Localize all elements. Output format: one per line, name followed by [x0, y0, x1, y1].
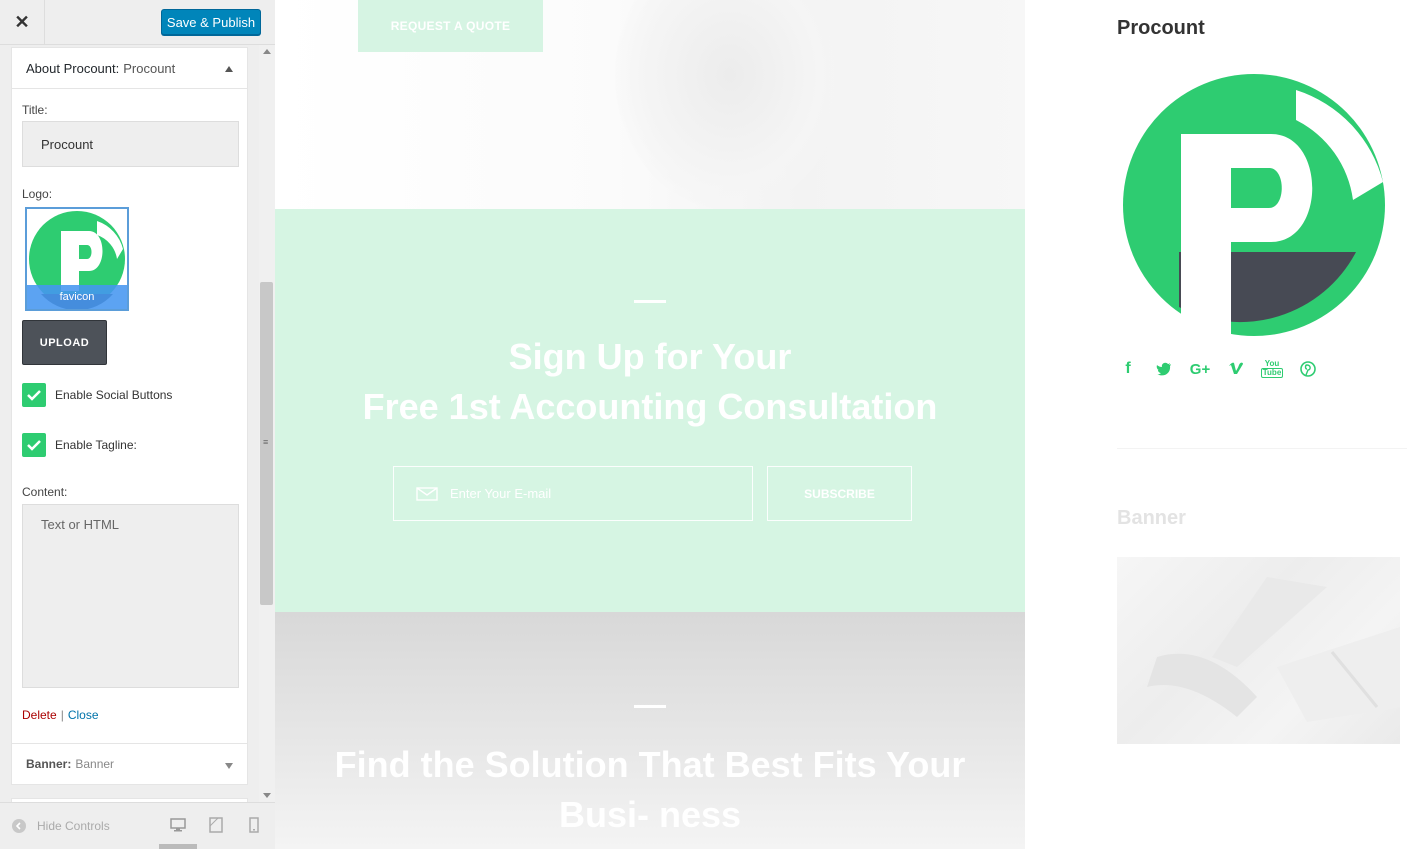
close-customizer-button[interactable]: ✕ — [0, 0, 45, 45]
widget-banner[interactable]: Banner: Banner — [11, 743, 248, 785]
enable-social-label: Enable Social Buttons — [55, 388, 173, 402]
section-divider — [634, 705, 666, 708]
enable-social-row: Enable Social Buttons — [22, 383, 172, 407]
envelope-icon — [416, 486, 438, 501]
hide-controls-label: Hide Controls — [37, 819, 110, 833]
desktop-preview-icon[interactable] — [170, 817, 186, 833]
banner-photo — [1147, 577, 1400, 722]
widget2-subtitle: Banner — [75, 757, 115, 771]
scroll-grip-icon: ≡ — [263, 437, 269, 447]
procount-logo — [1123, 74, 1385, 338]
panel-scrollbar[interactable]: ≡ — [259, 45, 275, 802]
tablet-preview-icon[interactable] — [209, 817, 223, 833]
content-label: Content: — [22, 485, 68, 499]
scroll-thumb[interactable]: ≡ — [260, 282, 273, 605]
close-link[interactable]: Close — [68, 708, 99, 722]
hero-section: REQUEST A QUOTE — [275, 0, 1025, 210]
logo-label: Logo: — [22, 187, 53, 201]
widget2-title: Banner: — [26, 757, 72, 771]
collapse-icon — [12, 819, 26, 833]
logo-thumbnail[interactable]: favicon — [25, 207, 129, 311]
enable-tagline-checkbox[interactable] — [22, 433, 46, 457]
widget-header[interactable]: About Procount: Procount — [12, 48, 247, 89]
google-plus-icon[interactable]: G+ — [1189, 358, 1211, 380]
enable-social-checkbox[interactable] — [22, 383, 46, 407]
link-separator: | — [60, 708, 64, 722]
collapse-arrow-icon[interactable] — [225, 66, 233, 72]
social-buttons: f G+ You Tube — [1117, 358, 1319, 380]
customizer-sidebar: ✕ Save & Publish About Procount: Procoun… — [0, 0, 275, 849]
request-quote-button[interactable]: REQUEST A QUOTE — [358, 0, 543, 52]
checkmark-icon — [27, 440, 41, 451]
expand-arrow-icon[interactable] — [225, 763, 233, 769]
sidebar-divider — [1117, 448, 1407, 449]
banner-widget-title: Banner — [1117, 507, 1186, 529]
widget-subtitle: Procount — [123, 60, 176, 76]
hide-controls-button[interactable]: Hide Controls — [12, 819, 110, 833]
about-widget-title: Procount — [1117, 17, 1205, 39]
mobile-preview-icon[interactable] — [249, 817, 259, 833]
widget-about-procount: About Procount: Procount Title: Procount… — [11, 47, 248, 777]
signup-section: Sign Up for Your Free 1st Accounting Con… — [275, 209, 1025, 612]
facebook-icon[interactable]: f — [1117, 358, 1139, 380]
vimeo-icon[interactable] — [1225, 358, 1247, 380]
title-input[interactable]: Procount — [22, 121, 239, 167]
site-preview: REQUEST A QUOTE Sign Up for Your Free 1s… — [275, 0, 1025, 849]
scroll-up-arrow-icon[interactable] — [263, 49, 271, 54]
widget-title: About Procount: — [26, 60, 120, 76]
email-input[interactable]: Enter Your E-mail — [393, 466, 753, 521]
upload-button[interactable]: UPLOAD — [22, 320, 107, 365]
section-divider — [634, 300, 666, 303]
enable-tagline-row: Enable Tagline: — [22, 433, 137, 457]
solution-heading: Find the Solution That Best Fits Your Bu… — [334, 744, 966, 835]
active-device-indicator — [159, 844, 197, 849]
widget-actions: Delete | Close — [22, 708, 99, 722]
banner-image[interactable] — [1117, 557, 1400, 744]
logo-filename: favicon — [27, 285, 127, 309]
scroll-down-arrow-icon[interactable] — [263, 793, 271, 798]
delete-link[interactable]: Delete — [22, 708, 57, 722]
save-publish-button[interactable]: Save & Publish — [161, 9, 261, 35]
customizer-header: ✕ Save & Publish — [0, 0, 275, 45]
youtube-icon[interactable]: You Tube — [1260, 358, 1284, 380]
checkmark-icon — [27, 390, 41, 401]
twitter-icon[interactable] — [1153, 358, 1175, 380]
enable-tagline-label: Enable Tagline: — [55, 438, 137, 452]
email-placeholder: Enter Your E-mail — [450, 486, 552, 501]
content-textarea[interactable]: Text or HTML — [22, 504, 239, 688]
customizer-footer: Hide Controls — [0, 802, 275, 849]
signup-heading-line1: Sign Up for Your — [508, 336, 792, 377]
signup-heading-line2: Free 1st Accounting Consultation — [362, 386, 938, 427]
hero-image — [615, 0, 845, 210]
pinterest-icon[interactable] — [1297, 358, 1319, 380]
solution-section: Find the Solution That Best Fits Your Bu… — [275, 612, 1025, 849]
widget-panel: About Procount: Procount Title: Procount… — [0, 45, 259, 802]
subscribe-button[interactable]: SUBSCRIBE — [767, 466, 912, 521]
preview-right-sidebar: Procount f G+ You Tube Banner — [1025, 0, 1419, 849]
title-label: Title: — [22, 103, 48, 117]
